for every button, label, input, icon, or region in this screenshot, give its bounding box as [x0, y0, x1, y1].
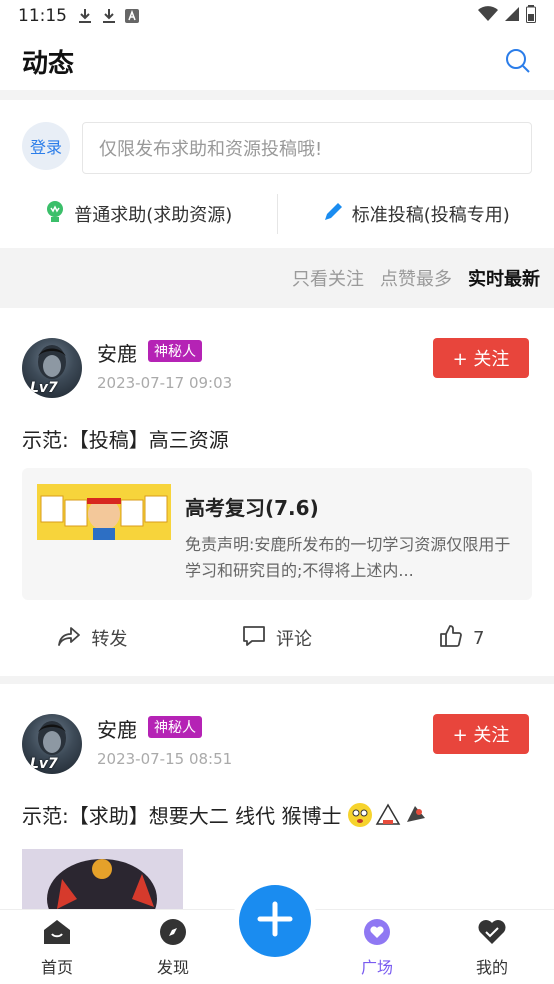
user-badge: 神秘人 — [148, 716, 202, 738]
tab-home[interactable]: 首页 — [17, 918, 97, 978]
submission-button[interactable]: 标准投稿(投稿专用) — [278, 201, 554, 228]
notification-a-icon — [125, 9, 139, 23]
tab-discover[interactable]: 发现 — [133, 918, 213, 978]
avatar[interactable]: Lv7 — [22, 714, 82, 774]
filter-latest[interactable]: 实时最新 — [468, 265, 540, 291]
page-title: 动态 — [22, 48, 75, 79]
tab-label: 发现 — [156, 958, 189, 977]
download-icon — [101, 8, 117, 24]
search-icon[interactable] — [504, 47, 532, 75]
help-request-label: 普通求助(求助资源) — [74, 205, 233, 226]
user-name[interactable]: 安鹿 — [97, 338, 137, 367]
comment-button[interactable]: 评论 — [185, 625, 370, 652]
emoji-icon — [347, 802, 429, 828]
follow-button[interactable]: + 关注 — [433, 714, 529, 754]
filter-most-liked[interactable]: 点赞最多 — [380, 265, 452, 291]
user-name[interactable]: 安鹿 — [97, 714, 137, 743]
post-type-row: 普通求助(求助资源) 标准投稿(投稿专用) — [0, 192, 554, 236]
feed-post: Lv7 安鹿 神秘人 2023-07-17 09:03 + 关注 示范:【投稿】… — [0, 308, 554, 676]
user-level: Lv7 — [30, 380, 58, 396]
tab-label: 首页 — [40, 958, 73, 977]
follow-button[interactable]: + 关注 — [433, 338, 529, 378]
login-button[interactable]: 登录 — [22, 122, 70, 170]
wifi-icon — [478, 5, 498, 27]
tab-mine[interactable]: 我的 — [452, 918, 532, 978]
share-button[interactable]: 转发 — [0, 625, 185, 652]
resource-description: 免责声明:安鹿所发布的一切学习资源仅限用于学习和研究目的;不得将上述内... — [185, 535, 511, 580]
download-icon — [77, 8, 93, 24]
post-text: 示范:【投稿】高三资源 — [22, 428, 229, 452]
resource-thumbnail — [37, 484, 171, 540]
compass-icon — [159, 918, 187, 950]
status-bar: 11:15 — [0, 0, 554, 32]
user-badge: 神秘人 — [148, 340, 202, 362]
heart-icon — [477, 918, 507, 950]
app-header: 动态 — [0, 32, 554, 90]
feed-filter-bar: 只看关注 点赞最多 实时最新 — [0, 250, 554, 306]
post-input[interactable]: 仅限发布求助和资源投稿哦! — [82, 122, 532, 174]
share-label: 转发 — [91, 629, 128, 650]
tab-label: 广场 — [360, 958, 393, 977]
home-icon — [42, 918, 72, 950]
post-time: 2023-07-17 09:03 — [97, 374, 233, 392]
user-level: Lv7 — [30, 756, 58, 772]
post-text-row: 示范:【求助】想要大二 线代 猴博士 — [22, 800, 429, 829]
post-composer: 登录 仅限发布求助和资源投稿哦! 普通求助(求助资源) 标准投稿(投稿专用) — [0, 100, 554, 248]
battery-icon — [526, 4, 536, 28]
tab-label: 我的 — [475, 958, 508, 977]
avatar[interactable]: Lv7 — [22, 338, 82, 398]
status-time: 11:15 — [18, 6, 67, 26]
plus-icon — [257, 901, 293, 941]
like-button[interactable]: 7 — [369, 624, 554, 653]
feed-post: Lv7 安鹿 神秘人 2023-07-15 08:51 + 关注 示范:【求助】… — [0, 684, 554, 914]
filter-following[interactable]: 只看关注 — [292, 265, 364, 291]
pencil-icon — [322, 201, 344, 228]
tab-plaza[interactable]: 广场 — [337, 918, 417, 978]
plaza-heart-icon — [363, 918, 391, 950]
post-image[interactable] — [22, 849, 183, 914]
post-time: 2023-07-15 08:51 — [97, 750, 233, 768]
post-actions: 转发 评论 7 — [0, 618, 554, 658]
submission-label: 标准投稿(投稿专用) — [351, 205, 510, 226]
post-text: 示范:【求助】想要大二 线代 猴博士 — [22, 804, 342, 828]
cell-signal-icon — [504, 6, 520, 27]
thumbs-up-icon — [439, 624, 463, 653]
help-request-button[interactable]: 普通求助(求助资源) — [0, 199, 277, 230]
resource-title: 高考复习(7.6) — [185, 496, 319, 520]
resource-link-card[interactable]: 高考复习(7.6) 免责声明:安鹿所发布的一切学习资源仅限用于学习和研究目的;不… — [22, 468, 532, 600]
comment-icon — [242, 625, 266, 652]
like-count: 7 — [472, 627, 485, 649]
create-post-button[interactable] — [239, 885, 311, 957]
share-icon — [57, 625, 81, 652]
comment-label: 评论 — [276, 629, 312, 650]
lightbulb-icon — [44, 199, 66, 230]
